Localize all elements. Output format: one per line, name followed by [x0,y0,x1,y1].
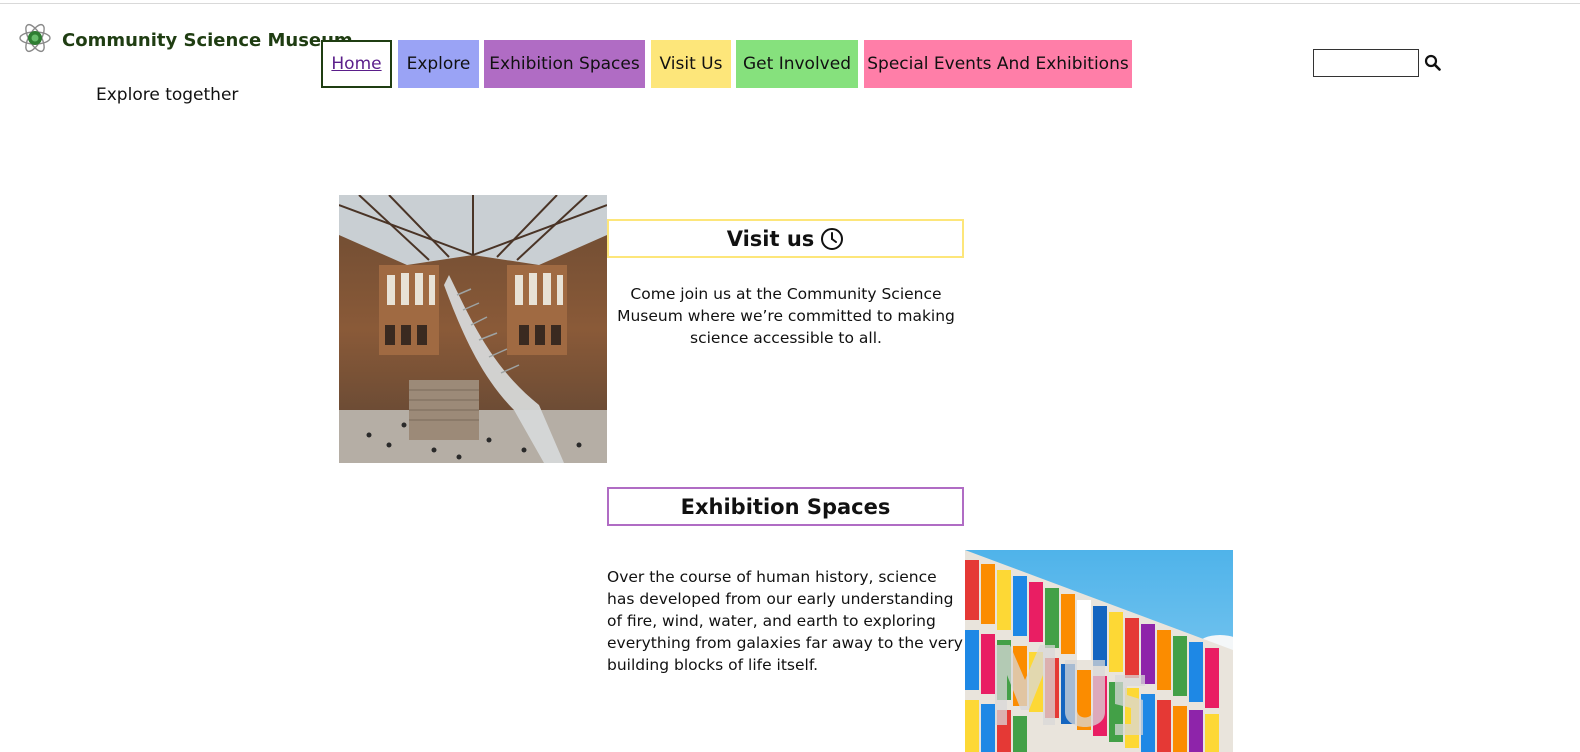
museum-facade-image [965,550,1233,752]
museum-hall-image [339,195,607,463]
nav-exhibition-spaces-link[interactable]: Exhibition Spaces [484,40,645,88]
search-input[interactable] [1313,49,1419,77]
exhibition-spaces-heading-text: Exhibition Spaces [680,494,891,519]
nav-home-link[interactable]: Home [321,40,392,88]
exhibition-spaces-description: Over the course of human history, scienc… [607,568,963,674]
site-tagline: Explore together [96,85,239,105]
nav-explore-link[interactable]: Explore [398,40,479,88]
nav-special-events-link[interactable]: Special Events And Exhibitions [864,40,1132,88]
site-title[interactable]: Community Science Museum [62,30,353,51]
visit-us-heading-text: Visit us [726,226,815,251]
search-icon[interactable] [1424,54,1441,71]
clock-icon [821,227,844,250]
visit-us-description: Come join us at the Community Science Mu… [617,285,955,347]
atom-logo-icon[interactable] [18,21,52,55]
exhibition-spaces-heading: Exhibition Spaces [607,487,964,526]
visit-us-heading: Visit us [607,219,964,258]
nav-visit-us-link[interactable]: Visit Us [651,40,731,88]
top-divider [0,3,1580,4]
nav-get-involved-link[interactable]: Get Involved [736,40,858,88]
